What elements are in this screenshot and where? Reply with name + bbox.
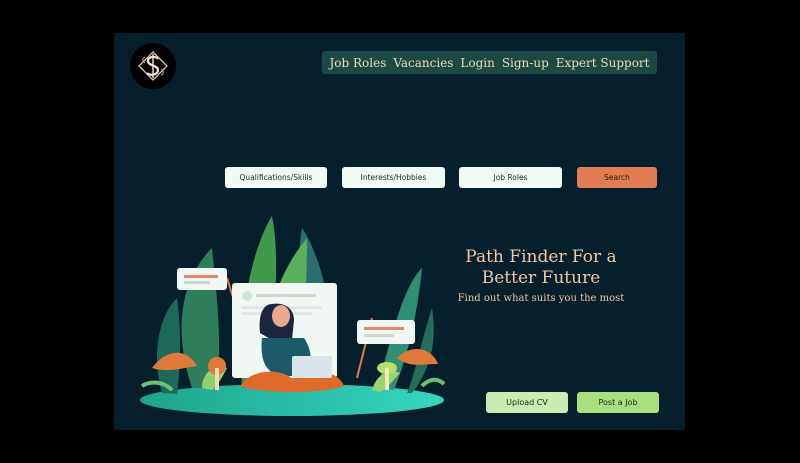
- upload-cv-button[interactable]: Upload CV: [486, 392, 568, 413]
- qualifications-skills-filter[interactable]: Qualifications/Skills: [225, 167, 327, 188]
- page-frame: Job Roles Vacancies Login Sign-up Expert…: [114, 33, 685, 430]
- nav-login[interactable]: Login: [460, 56, 494, 70]
- nav-job-roles[interactable]: Job Roles: [329, 56, 386, 70]
- hero-title-line2: Better Future: [481, 268, 601, 288]
- hero-subtitle: Find out what suits you the most: [457, 293, 625, 304]
- nav-sign-up[interactable]: Sign-up: [502, 56, 549, 70]
- job-roles-filter[interactable]: Job Roles: [459, 167, 562, 188]
- nav-vacancies[interactable]: Vacancies: [393, 56, 453, 70]
- search-button[interactable]: Search: [577, 167, 657, 188]
- hero-title-line1: Path Finder For a: [465, 247, 617, 267]
- ornate-dollar-logo-icon: [138, 51, 168, 81]
- nav-expert-support[interactable]: Expert Support: [556, 56, 650, 70]
- interests-hobbies-filter[interactable]: Interests/Hobbies: [342, 167, 445, 188]
- post-job-button[interactable]: Post a Job: [577, 392, 659, 413]
- site-logo[interactable]: [130, 43, 176, 89]
- top-navigation: Job Roles Vacancies Login Sign-up Expert…: [322, 51, 657, 74]
- hero-title: Path Finder For a Better Future: [444, 247, 638, 289]
- person-with-laptop-illustration: [140, 216, 446, 416]
